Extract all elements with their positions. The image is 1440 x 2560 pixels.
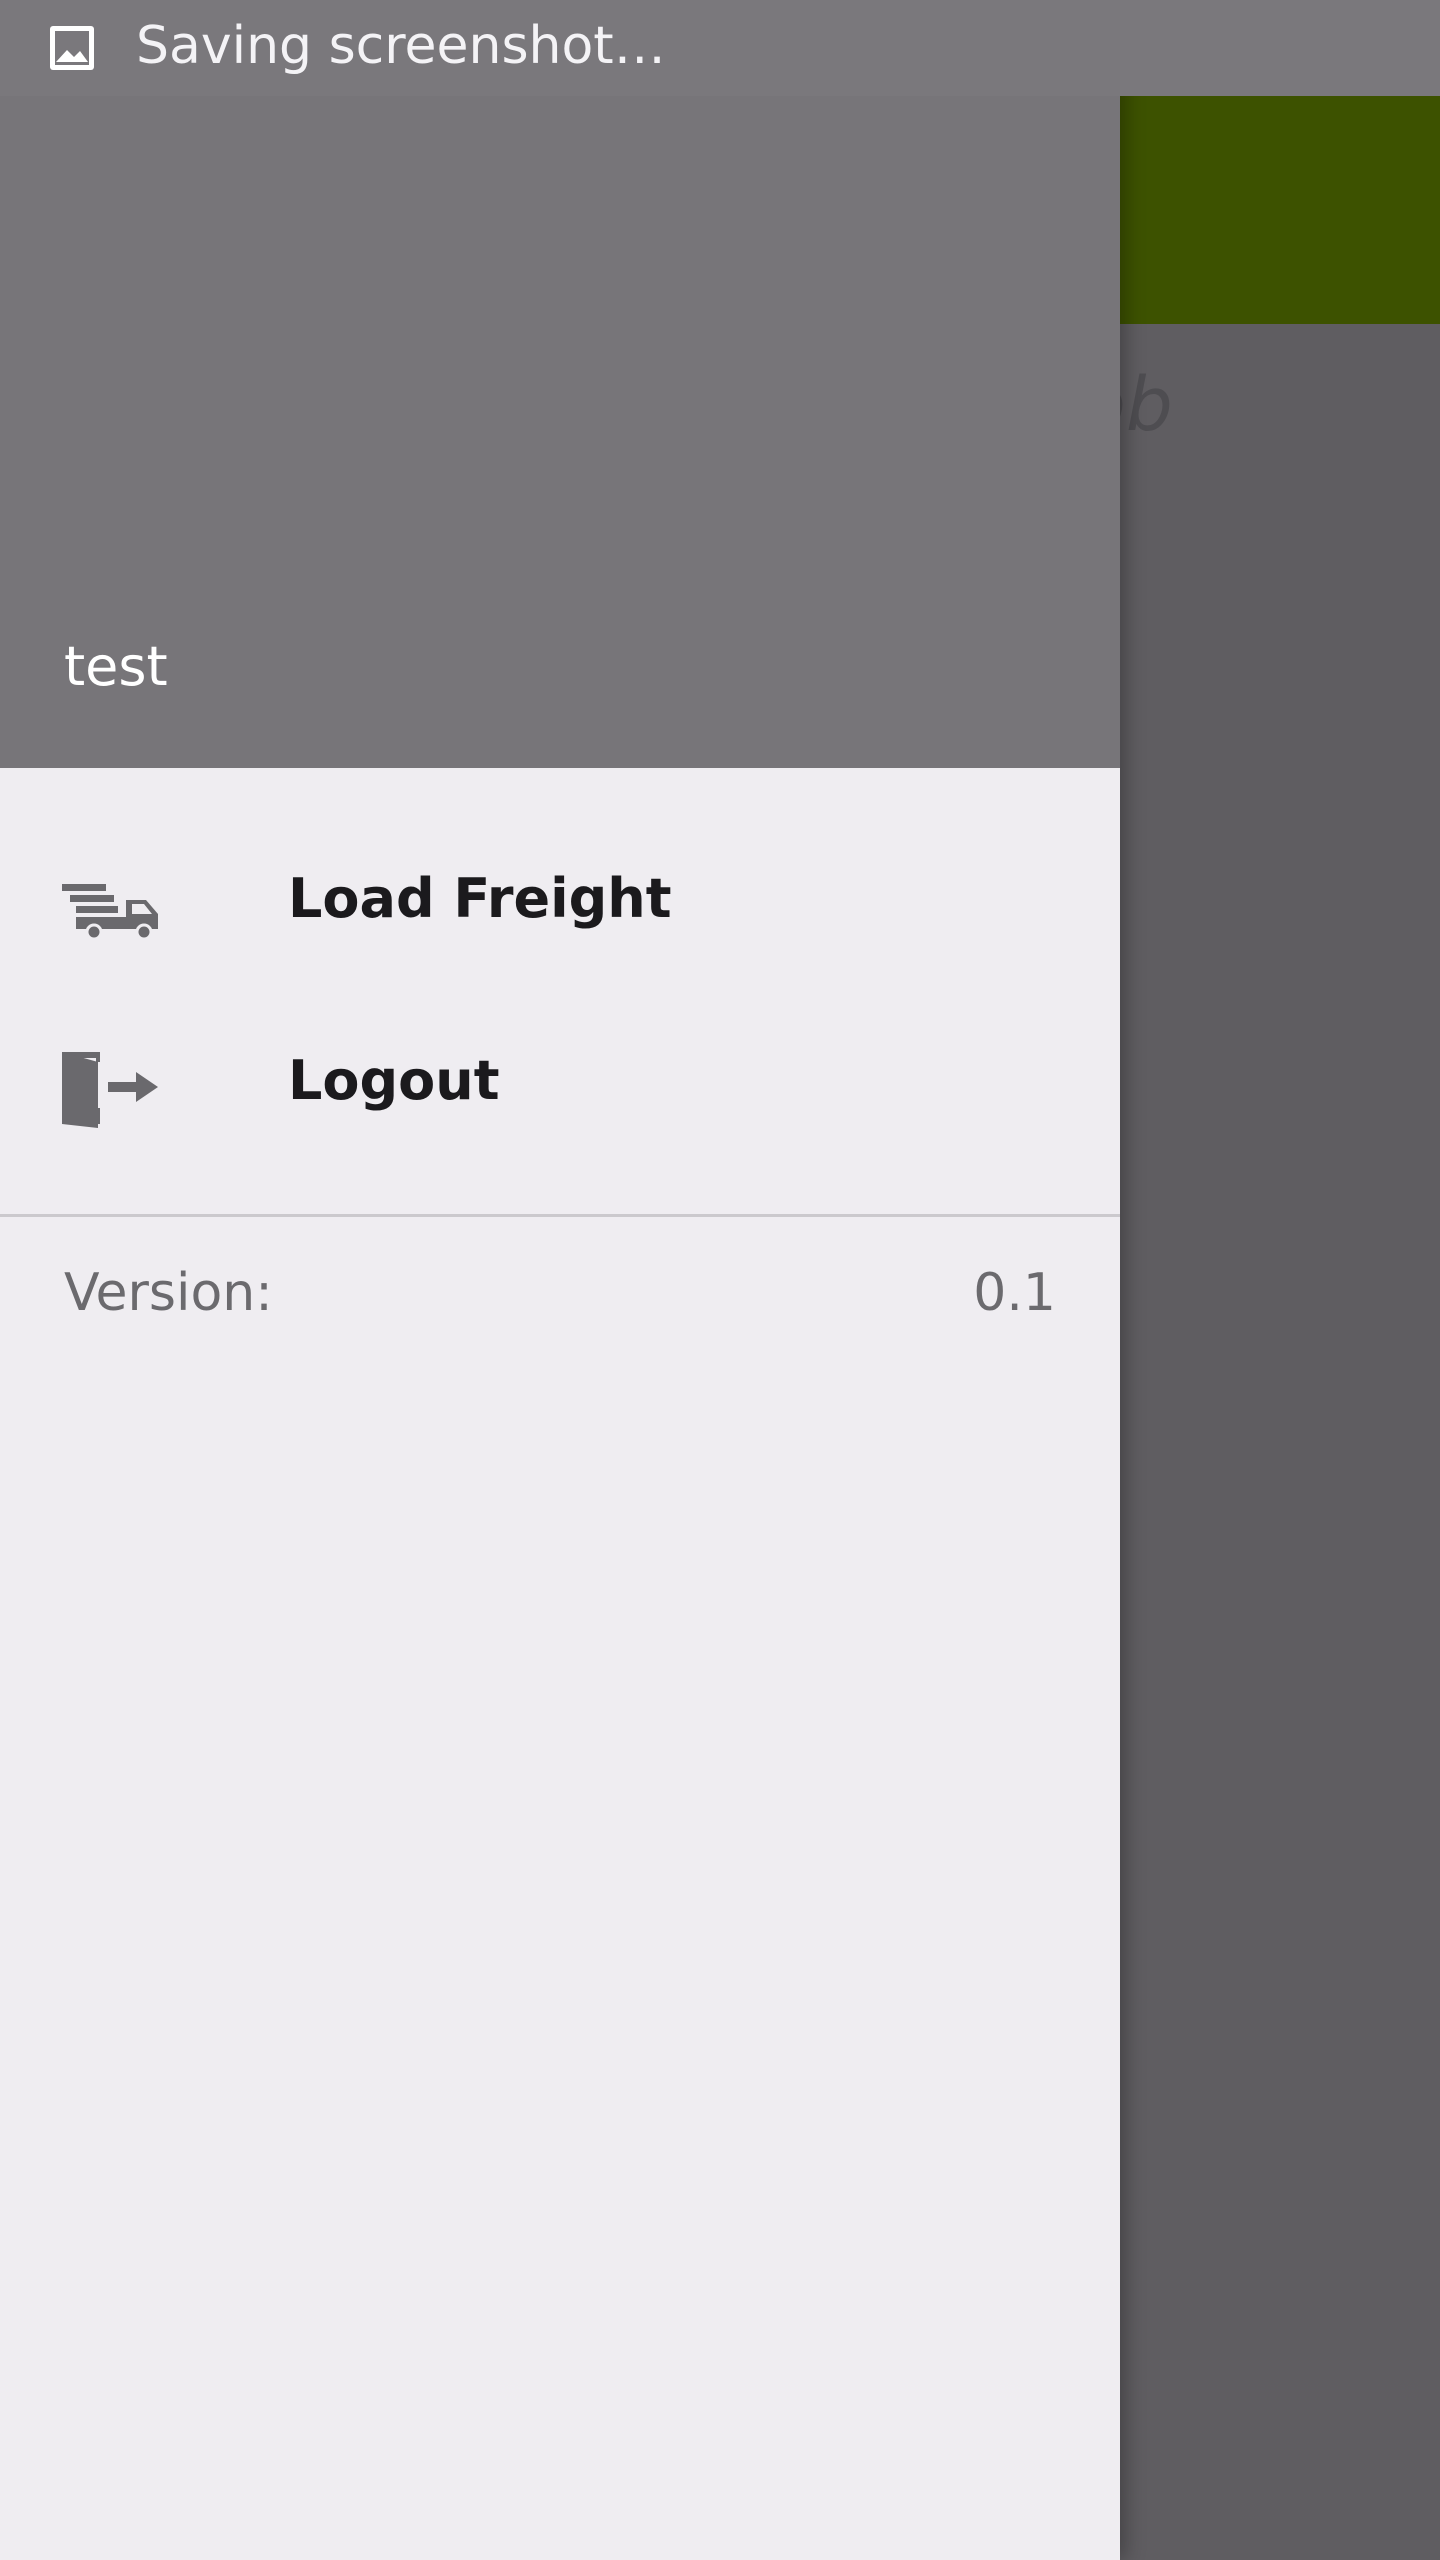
screen: job Saving screenshot… test Load F xyxy=(0,0,1440,2560)
divider xyxy=(0,1214,1120,1217)
menu-item-logout[interactable]: Logout xyxy=(0,992,1120,1184)
status-notification-text: Saving screenshot… xyxy=(136,16,666,76)
version-value: 0.1 xyxy=(973,1263,1056,1323)
image-icon xyxy=(50,26,94,70)
status-bar: Saving screenshot… xyxy=(0,0,1440,96)
logout-door-icon xyxy=(62,1052,158,1128)
menu-item-label: Logout xyxy=(288,1049,500,1112)
menu-item-load-freight[interactable]: Load Freight xyxy=(0,800,1120,992)
truck-icon xyxy=(62,884,158,941)
drawer-username: test xyxy=(64,635,168,698)
menu-item-label: Load Freight xyxy=(288,867,672,930)
drawer-header: test xyxy=(0,0,1120,768)
navigation-drawer: test Load Freight Logout Version: 0.1 xyxy=(0,0,1120,2560)
version-label: Version: xyxy=(64,1263,273,1323)
